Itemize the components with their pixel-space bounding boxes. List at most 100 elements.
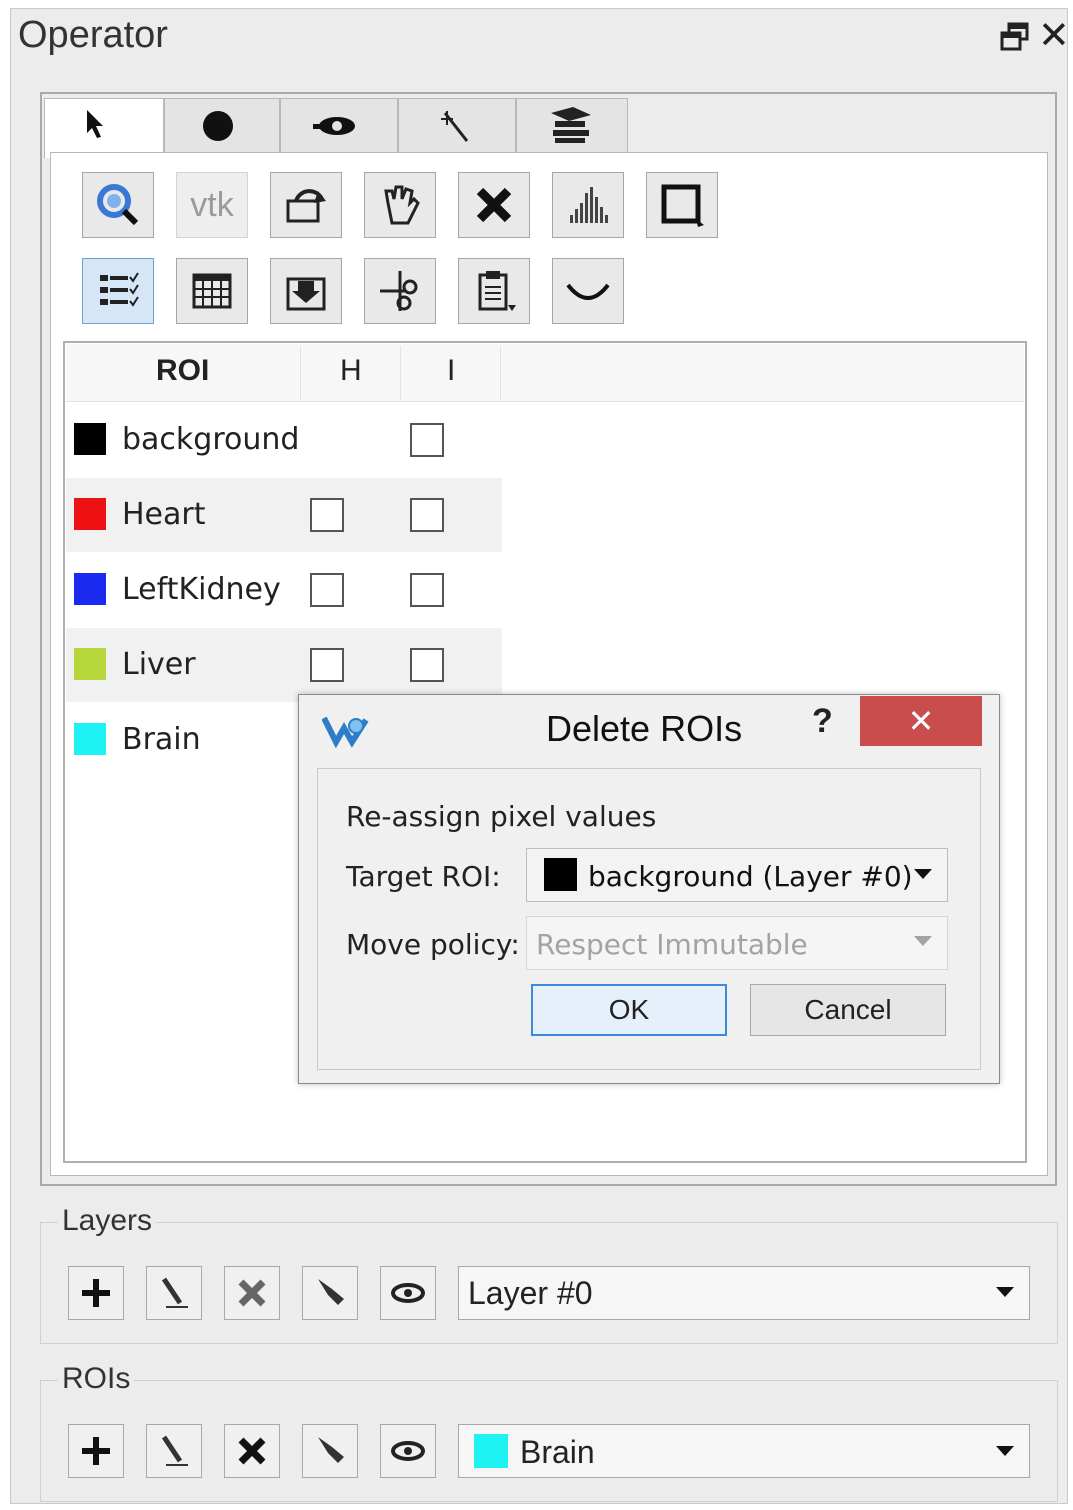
move-policy-value: Respect Immutable: [536, 928, 808, 961]
roi-select-swatch: [474, 1434, 508, 1468]
import-tool[interactable]: [270, 258, 342, 324]
add-roi-button[interactable]: [68, 1424, 124, 1478]
edit-brush-icon: [161, 1277, 188, 1308]
roi-name: Heart: [122, 497, 206, 532]
delete-icon: [238, 1279, 266, 1307]
hidden-checkbox[interactable]: [310, 498, 344, 532]
move-policy-label: Move policy:: [346, 928, 520, 961]
roi-list-tool[interactable]: [82, 258, 154, 324]
roi-table-header: [66, 344, 1024, 402]
delete-tool[interactable]: [458, 172, 530, 238]
immutable-checkbox[interactable]: [410, 498, 444, 532]
curve-icon: [566, 283, 610, 300]
roi-select-value: Brain: [520, 1434, 595, 1470]
fill-bucket-icon: [318, 1279, 344, 1305]
group-title: Re-assign pixel values: [346, 800, 657, 833]
target-roi-value: background (Layer #0): [588, 860, 913, 893]
tab-education[interactable]: [516, 98, 628, 154]
rotate-view-icon: [286, 189, 326, 223]
table-grid-icon: [192, 273, 232, 309]
delete-icon: [238, 1437, 266, 1465]
square-selection-icon: [661, 184, 704, 227]
target-roi-label: Target ROI:: [346, 860, 501, 893]
float-window-icon[interactable]: [998, 20, 1032, 54]
square-selection-tool[interactable]: [646, 172, 718, 238]
target-roi-swatch: [544, 858, 577, 891]
app-logo-icon: [321, 712, 370, 749]
graduation-cap-icon: [551, 107, 591, 143]
roi-color-swatch: [74, 498, 106, 530]
gradient-search-tool[interactable]: [82, 172, 154, 238]
delete-roi-button[interactable]: [224, 1424, 280, 1478]
toggle-layer-visibility-button[interactable]: [380, 1266, 436, 1320]
tab-circle[interactable]: [164, 98, 280, 154]
column-header-i[interactable]: I: [447, 354, 455, 388]
dialog-close-button[interactable]: ✕: [860, 696, 982, 746]
eye-brush-icon: [313, 117, 355, 135]
hidden-checkbox[interactable]: [310, 648, 344, 682]
delete-x-icon: [476, 187, 512, 223]
layer-select-value: Layer #0: [468, 1275, 593, 1311]
add-icon: [82, 1437, 110, 1465]
curve-tool[interactable]: [552, 258, 624, 324]
add-icon: [82, 1279, 110, 1307]
column-divider: [500, 346, 501, 400]
chevron-down-icon: [914, 936, 932, 946]
magic-wand-icon: [441, 111, 469, 142]
tab-eye-brush[interactable]: [280, 98, 398, 154]
import-icon: [286, 277, 326, 311]
layers-title: Layers: [58, 1204, 157, 1238]
roi-name: Liver: [122, 647, 196, 682]
scissors-tool[interactable]: [364, 258, 436, 324]
help-button[interactable]: ?: [812, 702, 833, 741]
pointer-arrow-icon: [87, 110, 103, 138]
roi-color-swatch: [74, 648, 106, 680]
tab-pointer[interactable]: [44, 98, 164, 158]
column-header-roi[interactable]: ROI: [156, 354, 209, 388]
hidden-checkbox[interactable]: [310, 573, 344, 607]
toggle-roi-visibility-button[interactable]: [380, 1424, 436, 1478]
tab-magic-wand[interactable]: [398, 98, 516, 154]
fill-layer-button[interactable]: [302, 1266, 358, 1320]
add-layer-button[interactable]: [68, 1266, 124, 1320]
vtk-icon: vtk: [190, 185, 234, 224]
chevron-down-icon: [914, 869, 932, 879]
panel-title: Operator: [18, 14, 168, 56]
ok-button[interactable]: OK: [531, 984, 727, 1036]
edit-brush-icon: [161, 1435, 188, 1466]
paste-tool[interactable]: [458, 258, 530, 324]
fill-roi-button[interactable]: [302, 1424, 358, 1478]
histogram-tool[interactable]: [552, 172, 624, 238]
chevron-down-icon: [996, 1287, 1014, 1297]
rois-title: ROIs: [58, 1362, 135, 1396]
fill-bucket-icon: [318, 1437, 344, 1463]
gradient-search-icon: [97, 184, 139, 226]
filled-circle-icon: [203, 111, 233, 141]
vtk-tool[interactable]: vtk: [176, 172, 248, 238]
histogram-icon: [570, 187, 608, 223]
table-tool[interactable]: [176, 258, 248, 324]
roi-color-swatch: [74, 573, 106, 605]
column-divider: [400, 346, 401, 400]
edit-roi-button[interactable]: [146, 1424, 202, 1478]
hand-icon: [384, 185, 420, 225]
delete-layer-button[interactable]: [224, 1266, 280, 1320]
immutable-checkbox[interactable]: [410, 573, 444, 607]
hand-tool[interactable]: [364, 172, 436, 238]
roi-name: LeftKidney: [122, 572, 281, 607]
roi-list-icon: [100, 272, 139, 307]
edit-layer-button[interactable]: [146, 1266, 202, 1320]
immutable-checkbox[interactable]: [410, 648, 444, 682]
roi-name: background: [122, 422, 300, 457]
dialog-title: Delete ROIs: [546, 708, 743, 749]
scissors-icon: [380, 271, 418, 311]
close-panel-button[interactable]: ✕: [1038, 16, 1070, 54]
roi-color-swatch: [74, 423, 106, 455]
visibility-eye-icon: [391, 1441, 425, 1461]
column-divider: [300, 346, 301, 400]
rotate-view-tool[interactable]: [270, 172, 342, 238]
column-header-h[interactable]: H: [340, 354, 362, 388]
clipboard-paste-icon: [478, 271, 516, 311]
cancel-button[interactable]: Cancel: [750, 984, 946, 1036]
immutable-checkbox[interactable]: [410, 423, 444, 457]
